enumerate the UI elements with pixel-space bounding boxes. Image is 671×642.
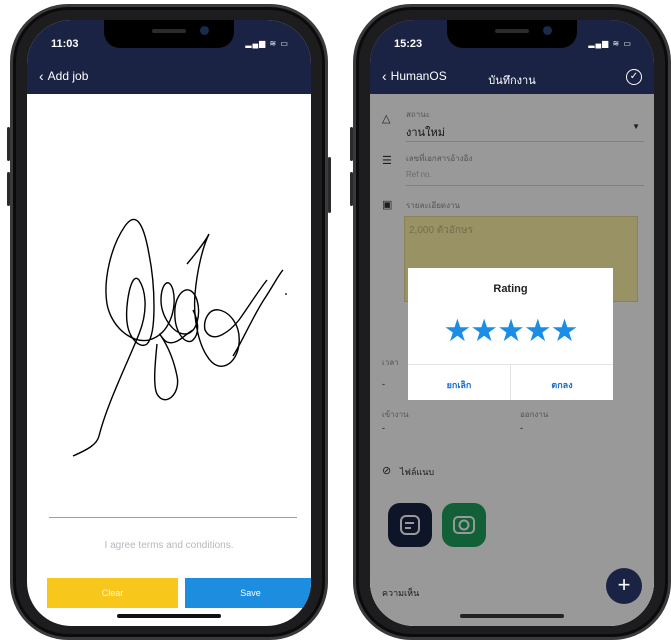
confirm-check-icon[interactable]: ✓ — [626, 69, 642, 85]
agree-terms-text: I agree terms and conditions. — [104, 540, 234, 551]
add-fab-button[interactable]: + — [606, 568, 642, 604]
save-button[interactable]: Save — [185, 578, 311, 608]
home-indicator — [460, 614, 564, 618]
status-icons: ▂▄▆ ≋ ▭ — [245, 39, 289, 48]
status-icons: ▂▄▆ ≋ ▭ — [588, 39, 632, 48]
right-screen: 15:23 ▂▄▆ ≋ ▭ ‹ HumanOS บันทึกงาน ✓ △ สถ… — [370, 20, 654, 626]
chevron-left-icon: ‹ — [39, 68, 44, 84]
signature-drawing — [72, 218, 287, 457]
volume-up-button — [7, 127, 10, 161]
nav-bar: ‹ Add job — [27, 62, 311, 94]
status-time: 11:03 — [51, 38, 79, 50]
left-phone-frame: 11:03 ▂▄▆ ≋ ▭ ‹ Add job I agree terms an… — [7, 4, 331, 640]
rating-dialog: Rating ★★★★★ ยกเลิก ตกลง — [408, 268, 613, 400]
left-screen: 11:03 ▂▄▆ ≋ ▭ ‹ Add job I agree terms an… — [27, 20, 311, 626]
notch — [104, 20, 234, 48]
rating-stars[interactable]: ★★★★★ — [408, 315, 613, 347]
clear-button[interactable]: Clear — [47, 578, 178, 608]
volume-up-button — [350, 127, 353, 161]
home-indicator — [117, 614, 221, 618]
signature-baseline — [49, 517, 297, 518]
volume-down-button — [7, 172, 10, 206]
page-title: บันทึกงาน — [488, 75, 536, 87]
back-label: Add job — [47, 69, 89, 83]
back-button[interactable]: ‹ Add job — [39, 69, 88, 83]
nav-bar: ‹ HumanOS บันทึกงาน ✓ — [370, 62, 654, 94]
status-time: 15:23 — [394, 38, 423, 50]
power-button — [328, 157, 331, 213]
cancel-button[interactable]: ยกเลิก — [408, 378, 510, 392]
rating-title: Rating — [493, 283, 528, 295]
notch — [447, 20, 577, 48]
ok-button[interactable]: ตกลง — [511, 378, 613, 392]
volume-down-button — [350, 172, 353, 206]
signature-canvas[interactable] — [27, 94, 311, 494]
right-phone-frame: 15:23 ▂▄▆ ≋ ▭ ‹ HumanOS บันทึกงาน ✓ △ สถ… — [350, 4, 671, 640]
